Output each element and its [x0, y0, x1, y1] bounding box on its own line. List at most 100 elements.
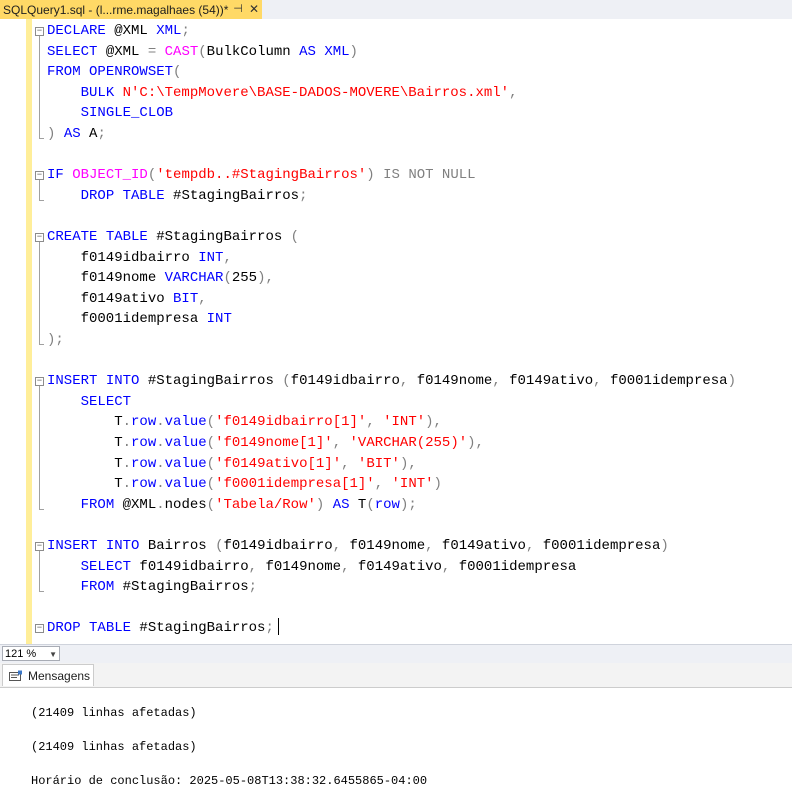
code-line[interactable]: f0001idempresa INT [47, 309, 232, 329]
code-token: . [156, 414, 165, 431]
code-token: , [509, 84, 518, 101]
collapse-icon[interactable]: − [35, 27, 44, 36]
code-line[interactable]: SINGLE_CLOB [47, 103, 173, 123]
tab-messages[interactable]: Mensagens [2, 664, 94, 686]
fold-guide-end [39, 344, 44, 345]
code-token: VARCHAR [164, 270, 224, 287]
code-line[interactable]: T.row.value('f0001idempresa[1]', 'INT') [47, 474, 442, 494]
pin-icon[interactable]: ⊣ [231, 2, 245, 16]
collapse-icon[interactable]: − [35, 624, 44, 634]
code-line[interactable]: T.row.value('f0149ativo[1]', 'BIT'), [47, 454, 417, 474]
code-token: . [122, 476, 132, 493]
code-token: f0149idbairro [47, 249, 199, 266]
chevron-down-icon: ▼ [49, 650, 57, 659]
document-tab-title: SQLQuery1.sql - (l...rme.magalhaes (54))… [3, 2, 229, 17]
code-line[interactable]: FROM @XML.nodes('Tabela/Row') AS T(row); [47, 495, 417, 515]
code-line[interactable]: SELECT [47, 392, 131, 412]
editor-status-bar: 121 % ▼ [0, 644, 792, 664]
code-token: 'f0149idbairro[1]' [215, 414, 367, 431]
code-token: 'INT' [383, 414, 426, 431]
close-icon[interactable]: ✕ [247, 2, 261, 16]
document-tab[interactable]: SQLQuery1.sql - (l...rme.magalhaes (54))… [0, 0, 262, 19]
code-line[interactable]: T.row.value('f0149idbairro[1]', 'INT'), [47, 412, 442, 432]
code-token: ) [660, 538, 669, 554]
collapse-icon[interactable]: − [35, 377, 44, 387]
code-line[interactable]: T.row.value('f0149nome[1]', 'VARCHAR(255… [47, 433, 484, 453]
code-line[interactable]: SELECT f0149idbairro, f0149nome, f0149at… [47, 557, 577, 577]
results-tab-bar: Mensagens [0, 663, 792, 688]
code-token: ( [206, 476, 216, 493]
code-line[interactable]: IF OBJECT_ID('tempdb..#StagingBairros') … [47, 165, 476, 185]
code-token: f0149nome [47, 270, 165, 287]
zoom-dropdown[interactable]: 121 % ▼ [2, 646, 60, 661]
change-tracking-margin [26, 19, 32, 644]
code-token: f0149nome [341, 538, 426, 554]
code-token: ) [349, 43, 358, 60]
messages-pane: (21409 linhas afetadas) (21409 linhas af… [0, 688, 792, 808]
code-token: T [47, 414, 123, 431]
code-line[interactable]: f0149ativo BIT, [47, 289, 207, 309]
fold-guide [39, 386, 40, 509]
code-line[interactable]: BULK N'C:\TempMovere\BASE-DADOS-MOVERE\B… [47, 83, 518, 103]
code-token: Bairros [139, 538, 216, 554]
collapse-icon[interactable]: − [35, 542, 44, 551]
code-token: #StagingBairros [131, 620, 266, 637]
code-line[interactable]: INSERT INTO #StagingBairros (f0149idbair… [47, 371, 736, 391]
code-token: f0149ativo [500, 373, 594, 390]
code-token: SINGLE_CLOB [80, 105, 174, 122]
code-line[interactable]: DECLARE @XML XML; [47, 21, 190, 41]
code-token: INSERT [47, 538, 98, 554]
code-token: T [47, 476, 123, 493]
code-token: . [156, 476, 165, 493]
code-line[interactable]: ) AS A; [47, 124, 106, 144]
code-line[interactable]: f0149idbairro INT, [47, 248, 232, 268]
code-line[interactable]: FROM #StagingBairros; [47, 577, 257, 597]
code-token: TABLE [122, 187, 165, 204]
code-token: , [248, 558, 258, 575]
code-token: ) [433, 476, 442, 493]
code-token: , [374, 476, 384, 493]
code-line[interactable]: ); [47, 330, 64, 350]
fold-guide-end [39, 138, 44, 139]
code-token: ( [223, 270, 232, 287]
code-line[interactable]: DROP TABLE #StagingBairros; [47, 618, 274, 638]
code-token: IF [47, 167, 64, 184]
code-token: f0149nome [257, 558, 342, 575]
code-token: , [341, 455, 350, 472]
code-line[interactable]: SELECT @XML = CAST(BulkColumn AS XML) [47, 42, 358, 62]
code-token: . [122, 435, 132, 451]
code-line[interactable]: INSERT INTO Bairros (f0149idbairro, f014… [47, 536, 669, 556]
code-token: 255 [231, 270, 258, 287]
code-token: . [156, 455, 165, 472]
code-token: ), [257, 270, 274, 287]
fold-guide [39, 242, 40, 344]
code-token: @XML [114, 496, 157, 513]
code-token: value [164, 476, 207, 493]
collapse-icon[interactable]: − [35, 233, 44, 242]
code-token: . [156, 496, 165, 513]
code-token: ( [366, 496, 375, 513]
code-line[interactable]: f0149nome VARCHAR(255), [47, 268, 274, 288]
collapse-icon[interactable]: − [35, 171, 44, 181]
code-token: 'f0149nome[1]' [215, 435, 333, 451]
code-token: value [164, 455, 207, 472]
fold-guide [39, 551, 40, 592]
code-token: ( [206, 435, 216, 451]
fold-guide-end [39, 508, 44, 510]
code-line[interactable]: CREATE TABLE #StagingBairros ( [47, 227, 299, 247]
code-token: XML [156, 23, 182, 39]
code-token: BULK [80, 84, 115, 101]
code-token: , [223, 249, 232, 266]
code-line[interactable]: DROP TABLE #StagingBairros; [47, 186, 308, 206]
code-token: ( [147, 167, 157, 184]
code-line[interactable]: FROM OPENROWSET( [47, 62, 181, 82]
code-token: OPENROWSET [89, 64, 174, 81]
code-token: , [332, 538, 342, 554]
